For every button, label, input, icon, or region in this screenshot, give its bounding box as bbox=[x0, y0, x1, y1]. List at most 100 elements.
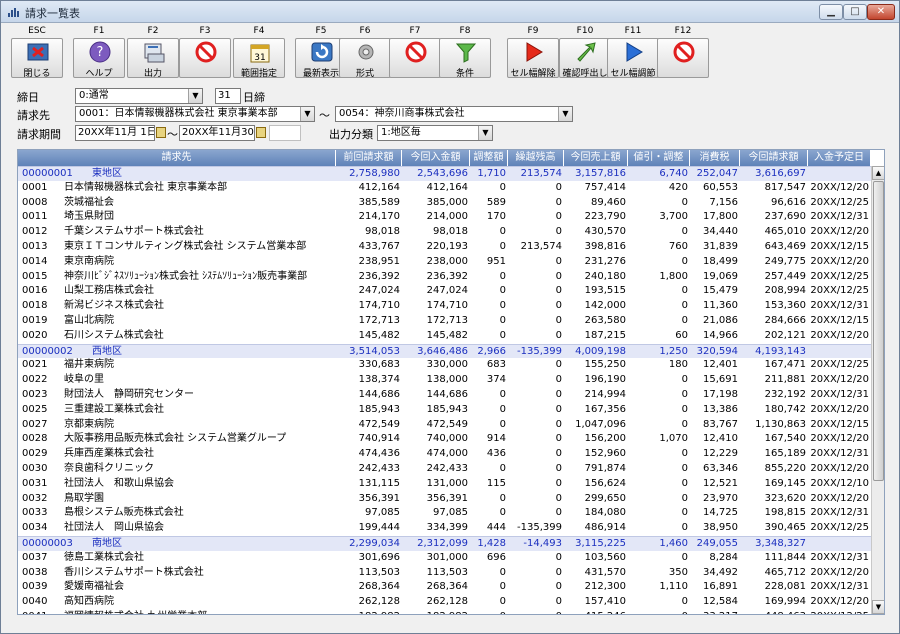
column-header[interactable]: 今回入金額 bbox=[402, 150, 470, 166]
cell-8: 169,994 bbox=[764, 596, 806, 608]
toolbar-button-f1[interactable]: ? ヘルプ bbox=[73, 38, 125, 79]
table-row[interactable]: 0019 富山北病院 172,713 172,713 0 0 263,580 0 21,086 2… bbox=[18, 314, 871, 329]
cell-1: 262,128 bbox=[358, 596, 400, 608]
cell-7: 13,386 bbox=[703, 403, 738, 415]
cell-2: 330,000 bbox=[426, 359, 468, 371]
table-row[interactable]: 0033 島根システム販売株式会社 97,085 97,085 0 0 184,080 0 14… bbox=[18, 506, 871, 521]
table-row[interactable]: 0012 千葉システムサポート株式会社 98,018 98,018 0 0 430,570 0… bbox=[18, 225, 871, 240]
cell-8: 1,130,863 bbox=[755, 418, 806, 430]
cell-4: 0 bbox=[555, 300, 562, 312]
table-row[interactable]: 0021 福井東病院 330,683 330,000 683 0 155,250 180 12,… bbox=[18, 358, 871, 373]
cell-4: 0 bbox=[555, 507, 562, 519]
customer-from-select[interactable]: 0001：日本情報機器株式会社 東京事業本部 ▼ bbox=[75, 106, 315, 122]
table-row[interactable]: 0041福岡情報株式会社 九州営業本部182,982182,98200415,2… bbox=[18, 610, 871, 614]
column-header[interactable]: 今回売上額 bbox=[564, 150, 628, 166]
table-row[interactable]: 0038 香川システムサポート株式会社 113,503 113,503 0 0 431,57… bbox=[18, 566, 871, 581]
table-row[interactable]: 0020 石川システム株式会社 145,482 145,482 0 0 187,215 60 1… bbox=[18, 329, 871, 344]
table-row[interactable]: 0008 茨城福祉会 385,589 385,000 589 0 89,460 0 7,156 9… bbox=[18, 196, 871, 211]
column-header[interactable]: 値引・調整 bbox=[628, 150, 690, 166]
toolbar-button-f3[interactable] bbox=[179, 38, 231, 78]
table-row[interactable]: 0011 埼玉県財団 214,170 214,000 170 0 223,790 3,700 1… bbox=[18, 210, 871, 225]
column-header[interactable]: 入金予定日 bbox=[808, 150, 871, 166]
cell-9: 20XX/12/20 bbox=[810, 181, 869, 193]
table-row[interactable]: 0027 京都東病院 472,549 472,549 0 0 1,047,096 0 83,76… bbox=[18, 418, 871, 433]
column-header[interactable]: 調整額 bbox=[470, 150, 508, 166]
function-key-toolbar: ESC 閉じる F1? ヘルプ F2 出力 F3 F4 31 範囲指定 F5 最新表示 F6 形式 F7 F8… bbox=[1, 24, 899, 80]
table-row[interactable]: 0015 神奈川ﾋﾞｼﾞﾈｽｿﾘｭｰｼｮﾝ株式会社 ｼｽﾃﾑｿﾘｭｰｼｮﾝ販売事業… bbox=[18, 270, 871, 285]
fkey-label: F8 bbox=[459, 26, 471, 36]
maximize-button[interactable]: □ bbox=[843, 4, 867, 20]
cell-1: 97,085 bbox=[365, 507, 400, 519]
customer-code: 0025 bbox=[22, 403, 48, 415]
cell-3: 0 bbox=[499, 492, 506, 504]
column-header[interactable]: 前回請求額 bbox=[336, 150, 402, 166]
table-row[interactable]: 0013 東京ＩＴコンサルティング株式会社 システム営業本部 433,767 220,… bbox=[18, 240, 871, 255]
customer-name: 京都東病院 bbox=[64, 418, 114, 430]
toolbar-button-esc[interactable]: 閉じる bbox=[11, 38, 63, 79]
toolbar-button-f2[interactable]: 出力 bbox=[127, 38, 179, 79]
output-select[interactable]: 1:地区毎 ▼ bbox=[377, 125, 493, 141]
toolbar-button-label: セル幅調節 bbox=[610, 69, 656, 79]
table-row[interactable]: 0039 愛媛南福祉会 268,364 268,364 0 0 212,300 1,110 16… bbox=[18, 580, 871, 595]
arrow-up-icon bbox=[577, 42, 596, 62]
customer-name: 富山北病院 bbox=[64, 315, 114, 326]
toolbar-button-label: 条件 bbox=[455, 69, 474, 79]
table-row[interactable]: 0031 社団法人 和歌山県協会 131,115 131,000 115 0 156,624… bbox=[18, 477, 871, 492]
scroll-thumb[interactable] bbox=[873, 181, 884, 481]
cell-6: 0 bbox=[681, 463, 688, 474]
cell-1: 113,503 bbox=[358, 566, 400, 578]
cell-7: 320,594 bbox=[696, 345, 738, 357]
table-row[interactable]: 0032 鳥取学園 356,391 356,391 0 0 299,650 0 23,970 32… bbox=[18, 492, 871, 507]
calendar-icon[interactable] bbox=[156, 127, 166, 138]
scroll-down-icon[interactable]: ▼ bbox=[872, 600, 884, 614]
column-header[interactable]: 繰越残高 bbox=[508, 150, 564, 166]
closing-select[interactable]: 0:通常 ▼ bbox=[75, 88, 203, 104]
table-row[interactable]: 0001 日本情報機器株式会社 東京事業本部 412,164 412,164 0 0 757… bbox=[18, 181, 871, 196]
column-header[interactable]: 今回請求額 bbox=[740, 150, 808, 166]
period-from-input[interactable]: 20XX年11月 1日 bbox=[75, 125, 155, 141]
column-header[interactable]: 消費税 bbox=[690, 150, 740, 166]
group-row[interactable]: 00000003 南地区 2,299,034 2,312,099 1,428 -14,49… bbox=[18, 536, 871, 551]
cell-8: 153,360 bbox=[764, 300, 806, 312]
cell-4: 0 bbox=[508, 610, 564, 614]
table-row[interactable]: 0023 財団法人 静岡研究センター 144,686 144,686 0 0 214,994… bbox=[18, 388, 871, 403]
minimize-button[interactable]: ▁ bbox=[819, 4, 843, 20]
table-row[interactable]: 0030 奈良歯科クリニック 242,433 242,433 0 0 791,874 0 63,… bbox=[18, 462, 871, 477]
period-to-input[interactable]: 20XX年11月30日 bbox=[179, 125, 255, 141]
table-row[interactable]: 0040 高知西病院 262,128 262,128 0 0 157,410 0 12,584 1… bbox=[18, 595, 871, 610]
table-row[interactable]: 0028 大阪事務用品販売株式会社 システム営業グループ 740,914 740,00… bbox=[18, 432, 871, 447]
title-bar: 請求一覧表 ▁ □ ✕ bbox=[1, 1, 899, 23]
scroll-up-icon[interactable]: ▲ bbox=[872, 166, 884, 180]
cell-1: 182,982 bbox=[336, 610, 402, 614]
table-row[interactable]: 0025 三重建設工業株式会社 185,943 185,943 0 0 167,356 0 13… bbox=[18, 403, 871, 418]
vertical-scrollbar[interactable]: ▲ ▼ bbox=[871, 166, 884, 614]
table-row[interactable]: 0022 岐阜の里 138,374 138,000 374 0 196,190 0 15,691… bbox=[18, 373, 871, 388]
table-row[interactable]: 0018 新潟ビジネス株式会社 174,710 174,710 0 0 142,000 0 11… bbox=[18, 299, 871, 314]
table-row[interactable]: 0016 山梨工務店株式会社 247,024 247,024 0 0 193,515 0 15,… bbox=[18, 284, 871, 299]
toolbar-button-f9[interactable]: セル幅解除 bbox=[507, 38, 559, 79]
column-header[interactable]: 請求先 bbox=[18, 150, 336, 166]
calendar-icon[interactable] bbox=[256, 127, 266, 138]
close-button[interactable]: ✕ bbox=[867, 4, 895, 20]
customer-to-select[interactable]: 0054：神奈川商事株式会社 ▼ bbox=[335, 106, 573, 122]
toolbar-button-f11[interactable]: セル幅調節 bbox=[607, 38, 659, 79]
group-row[interactable]: 00000002 西地区 3,514,053 3,646,486 2,966 -135,3… bbox=[18, 343, 871, 359]
closing-day-stepper[interactable]: 31 bbox=[215, 88, 241, 104]
table-row[interactable]: 0037 徳島工業株式会社 301,696 301,000 696 0 103,560 0 8,… bbox=[18, 551, 871, 566]
table-row[interactable]: 0029 兵庫西産業株式会社 474,436 474,000 436 0 152,960 0 1… bbox=[18, 447, 871, 462]
toolbar-button-f6[interactable]: 形式 bbox=[339, 38, 391, 79]
toolbar-button-f7[interactable] bbox=[389, 38, 441, 78]
customer-code: 0041 bbox=[20, 610, 60, 614]
table-row[interactable]: 0014 東京南病院 238,951 238,000 951 0 231,276 0 18,49… bbox=[18, 255, 871, 270]
table-row[interactable]: 0034 社団法人 岡山県協会 199,444 334,399 444 -135,399 4… bbox=[18, 521, 871, 536]
toolbar-button-f12[interactable] bbox=[657, 38, 709, 78]
toolbar-button-f4[interactable]: 31 範囲指定 bbox=[233, 38, 285, 79]
group-row[interactable]: 00000001 東地区 2,758,980 2,543,696 1,710 213,57… bbox=[18, 166, 871, 181]
toolbar-button-f8[interactable]: 条件 bbox=[439, 38, 491, 79]
cell-3: 951 bbox=[486, 255, 506, 267]
cell-7: 252,047 bbox=[696, 168, 738, 179]
toolbar-button-f10[interactable]: 確認呼出し bbox=[559, 38, 611, 79]
chevron-down-icon: ▼ bbox=[300, 107, 314, 121]
cell-1: 236,392 bbox=[358, 270, 400, 282]
customer-name: 東京ＩＴコンサルティング株式会社 システム営業本部 bbox=[64, 241, 307, 252]
